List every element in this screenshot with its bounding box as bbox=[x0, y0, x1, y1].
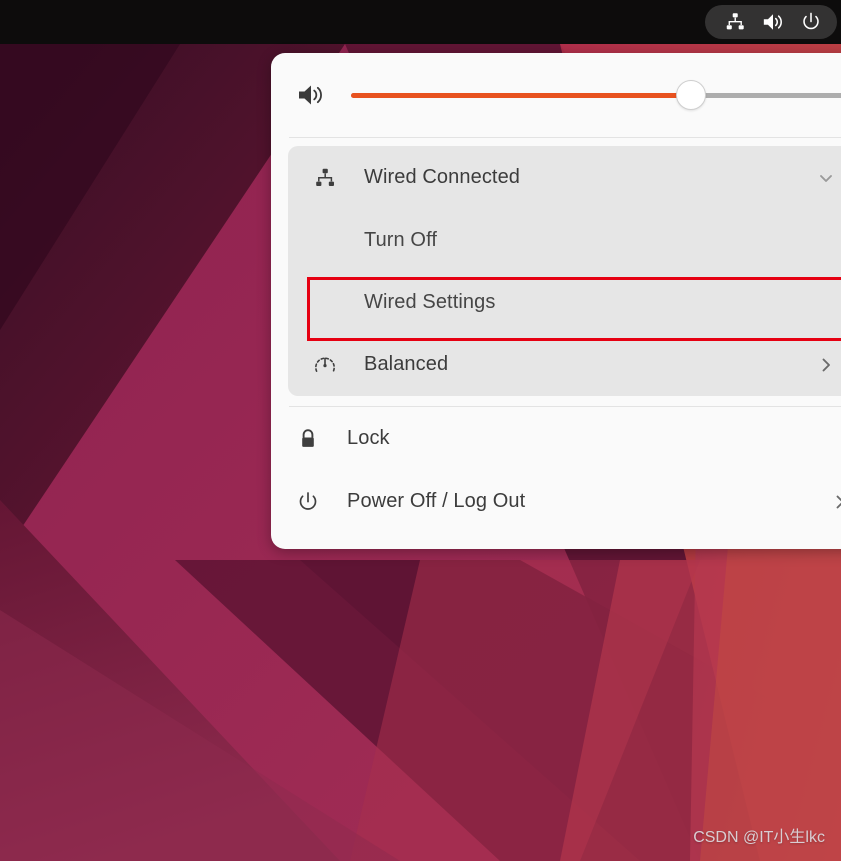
volume-speaker-icon[interactable] bbox=[761, 10, 785, 34]
system-menu-panel: Wired Connected Turn Off Wired Settings … bbox=[271, 53, 841, 549]
status-menu-button[interactable] bbox=[705, 5, 837, 39]
menu-item-label: Power Off / Log Out bbox=[347, 490, 526, 512]
menu-item-wired-settings[interactable]: Wired Settings bbox=[288, 271, 841, 333]
menu-item-label: Turn Off bbox=[364, 228, 438, 251]
lock-glyph bbox=[302, 428, 314, 447]
chevron-down-icon[interactable] bbox=[813, 168, 839, 188]
chevron-down-glyph bbox=[820, 174, 832, 182]
volume-high-glyph bbox=[299, 85, 322, 105]
speedometer-glyph bbox=[315, 357, 335, 372]
volume-speaker-glyph bbox=[763, 14, 782, 30]
chevron-right-icon[interactable] bbox=[813, 355, 839, 375]
network-wired-icon[interactable] bbox=[723, 10, 747, 34]
speedometer-icon bbox=[308, 353, 342, 377]
chevron-right-glyph bbox=[836, 495, 841, 508]
network-wired-glyph bbox=[726, 13, 744, 30]
top-bar bbox=[0, 0, 841, 44]
session-actions-section: Lock Power Off / Log Out bbox=[271, 407, 841, 549]
volume-slider-handle[interactable] bbox=[676, 80, 706, 110]
volume-slider-fill bbox=[351, 92, 691, 98]
menu-item-wired-connected[interactable]: Wired Connected bbox=[288, 146, 841, 209]
network-wired-glyph bbox=[316, 168, 334, 186]
menu-item-power-off-log-out[interactable]: Power Off / Log Out bbox=[271, 470, 841, 533]
chevron-right-icon[interactable] bbox=[827, 492, 841, 512]
divider-top bbox=[289, 137, 841, 138]
power-glyph bbox=[299, 491, 317, 510]
chevron-right-glyph bbox=[822, 358, 830, 371]
menu-item-label: Wired Settings bbox=[364, 290, 496, 313]
menu-item-label: Lock bbox=[347, 427, 390, 449]
volume-slider[interactable] bbox=[351, 80, 841, 110]
watermark: CSDN @IT小生lkc bbox=[693, 829, 825, 846]
menu-item-turn-off[interactable]: Turn Off bbox=[288, 209, 841, 271]
network-wired-icon bbox=[308, 166, 342, 190]
power-glyph bbox=[803, 12, 819, 30]
menu-item-lock[interactable]: Lock bbox=[271, 407, 841, 470]
power-icon bbox=[291, 490, 325, 514]
volume-row[interactable] bbox=[271, 53, 841, 137]
menu-item-label: Wired Connected bbox=[364, 166, 521, 188]
menu-item-balanced[interactable]: Balanced bbox=[288, 333, 841, 396]
menu-item-label: Balanced bbox=[364, 353, 449, 375]
power-icon[interactable] bbox=[799, 10, 823, 34]
volume-high-icon[interactable] bbox=[295, 82, 329, 108]
network-power-group: Wired Connected Turn Off Wired Settings … bbox=[288, 146, 841, 396]
lock-icon bbox=[291, 427, 325, 451]
